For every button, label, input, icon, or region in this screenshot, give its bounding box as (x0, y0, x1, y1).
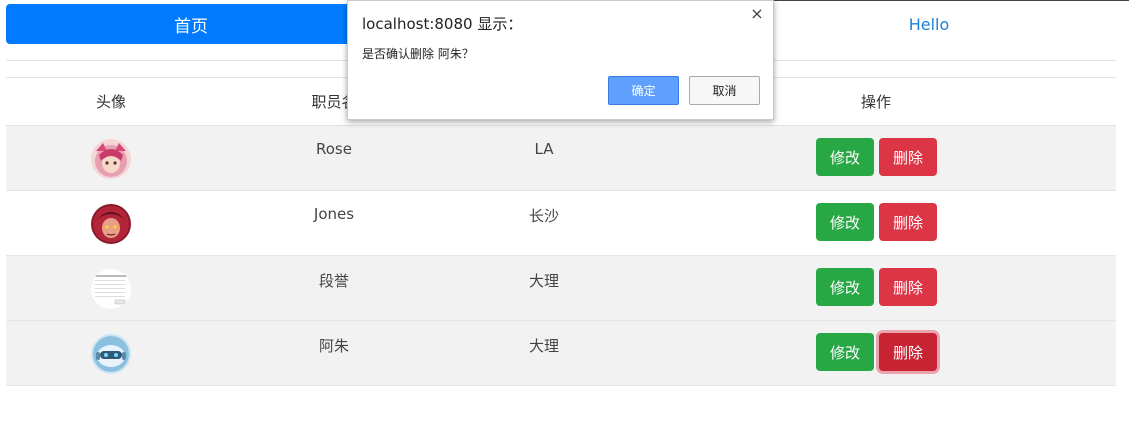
dialog-message: 是否确认删除 阿朱？ (362, 47, 474, 61)
header-operation: 操作 (860, 93, 891, 111)
employee-city: 大理 (528, 272, 559, 290)
confirm-dialog: localhost:8080 显示： × 是否确认删除 阿朱？ 确定 取消 (347, 0, 774, 120)
edit-button[interactable]: 修改 (816, 333, 874, 371)
table-row: 阿朱 大理 修改 删除 (6, 321, 1116, 386)
pink-hair-character-avatar (91, 138, 131, 179)
confirm-ok-button[interactable]: 确定 (608, 76, 679, 105)
table-row: Rose LA 修改 删除 (6, 126, 1116, 191)
employee-city: LA (534, 140, 554, 158)
delete-button[interactable]: 删除 (879, 268, 937, 306)
employee-name: Rose (316, 140, 352, 158)
edit-button[interactable]: 修改 (816, 138, 874, 176)
edit-button[interactable]: 修改 (816, 268, 874, 306)
delete-button[interactable]: 删除 (879, 333, 937, 371)
header-avatar: 头像 (95, 93, 126, 111)
nav-hello-link[interactable]: Hello (829, 4, 1029, 44)
employee-name: 阿朱 (318, 337, 349, 355)
edit-button[interactable]: 修改 (816, 203, 874, 241)
table-row: Jones 长沙 修改 删除 (6, 191, 1116, 256)
employee-table: 头像 职员名 操作 Rose LA 修改 删除 Jones 长沙 修改 删除 段… (6, 78, 1116, 386)
delete-button[interactable]: 删除 (879, 203, 937, 241)
delete-button[interactable]: 删除 (879, 138, 937, 176)
robot-character-avatar (91, 333, 131, 374)
document-screenshot-avatar (91, 268, 131, 309)
nav-home-button[interactable]: 首页 (6, 4, 376, 44)
close-icon[interactable]: × (749, 4, 765, 23)
employee-city: 大理 (528, 337, 559, 355)
employee-name: Jones (313, 205, 355, 223)
dialog-title: localhost:8080 显示： (362, 15, 523, 33)
confirm-cancel-button[interactable]: 取消 (689, 76, 760, 105)
table-row: 段誉 大理 修改 删除 (6, 256, 1116, 321)
red-character-avatar (91, 203, 131, 244)
employee-city: 长沙 (528, 207, 559, 225)
employee-name: 段誉 (318, 272, 349, 290)
